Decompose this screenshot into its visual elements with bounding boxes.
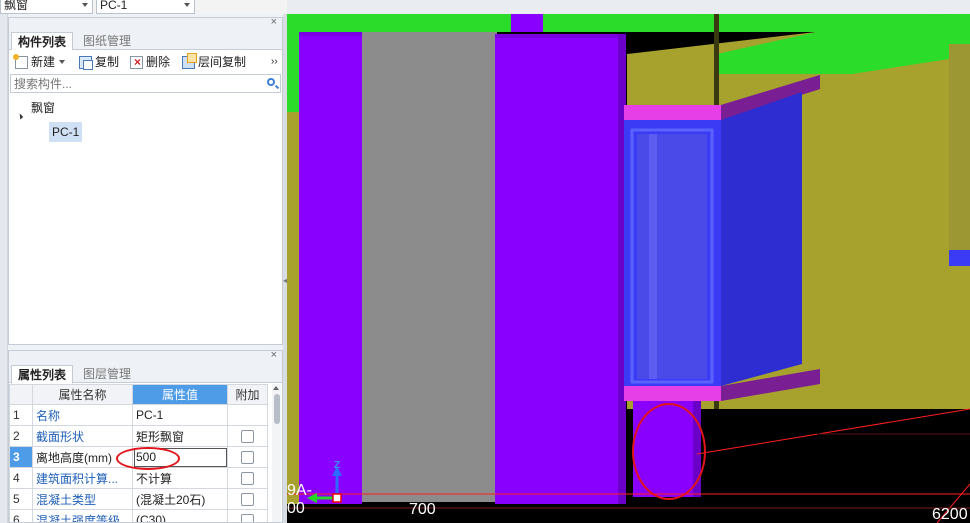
copy-icon	[79, 55, 93, 70]
property-value[interactable]: PC-1	[132, 404, 228, 426]
row-number: 6	[9, 509, 33, 522]
new-icon	[13, 53, 28, 69]
extra-checkbox[interactable]	[241, 430, 254, 444]
component-name-value: PC-1	[100, 0, 128, 12]
property-value[interactable]: 矩形飘窗	[132, 425, 228, 447]
chevron-down-icon	[184, 3, 190, 7]
tab-property-list[interactable]: 属性列表	[11, 365, 74, 384]
component-tree: 飘窗 PC-1	[9, 93, 282, 333]
delete-button[interactable]: 删除	[130, 54, 170, 70]
dimension-label-mid: 700	[409, 501, 436, 518]
extra-cell	[227, 425, 268, 447]
row-number: 3	[9, 446, 33, 468]
copy-label: 复制	[95, 55, 120, 69]
row-number: 4	[9, 467, 33, 489]
scroll-up-icon[interactable]	[273, 386, 279, 390]
copy-button[interactable]: 复制	[79, 54, 119, 70]
property-name: 截面形状	[32, 425, 133, 447]
close-icon[interactable]: ×	[271, 351, 277, 361]
dimension-label-left: 00	[287, 500, 305, 517]
component-tabs: 构件列表 图纸管理	[9, 30, 282, 51]
property-value[interactable]: (C30)	[132, 509, 228, 522]
chevron-down-icon	[82, 3, 88, 7]
table-row[interactable]: 4 建筑面积计算... 不计算	[9, 467, 268, 489]
row-number: 2	[9, 425, 33, 447]
property-value[interactable]: 不计算	[132, 467, 228, 489]
grid-corner	[9, 384, 33, 405]
search-input[interactable]	[11, 75, 251, 92]
tab-component-list[interactable]: 构件列表	[11, 32, 74, 51]
column-header-value: 属性值	[132, 384, 228, 405]
panel-caption: ×	[9, 351, 282, 363]
property-value[interactable]: (混凝土20石)	[132, 488, 228, 510]
component-type-value: 飘窗	[4, 0, 29, 12]
property-scrollbar[interactable]	[272, 384, 281, 522]
extra-checkbox[interactable]	[241, 514, 254, 522]
new-label: 新建	[31, 55, 56, 69]
expand-toggle-icon[interactable]	[16, 113, 24, 120]
property-name: 混凝土类型	[32, 488, 133, 510]
panel-caption: ×	[9, 16, 282, 30]
tab-layer-management[interactable]: 图层管理	[77, 365, 137, 384]
extra-cell	[227, 446, 268, 468]
annotation-circle-window-base	[632, 403, 706, 500]
component-search	[10, 74, 281, 93]
new-button[interactable]: 新建	[13, 53, 66, 70]
table-row[interactable]: 2 截面形状 矩形飘窗	[9, 425, 268, 447]
row-number: 1	[9, 404, 33, 426]
extra-cell	[227, 509, 268, 522]
floor-copy-button[interactable]: 层间复制	[182, 52, 247, 70]
column-header-name: 属性名称	[32, 384, 133, 405]
property-name: 建筑面积计算...	[32, 467, 133, 489]
annotation-circle-height	[116, 447, 180, 470]
property-list-panel: × 属性列表 图层管理 属性名称 属性值 附加 1 名称 PC-1 2 截面形状 矩形飘窗…	[8, 350, 283, 523]
3d-viewport[interactable]: 9A- 00 700 6200 Z	[287, 14, 970, 523]
dock-strip	[0, 14, 8, 523]
dimension-label-right: 6200	[932, 506, 968, 523]
row-number: 5	[9, 488, 33, 510]
delete-label: 删除	[146, 55, 171, 69]
table-row[interactable]: 1 名称 PC-1	[9, 404, 268, 426]
property-name: 混凝土强度等级	[32, 509, 133, 522]
extra-cell	[227, 467, 268, 489]
extra-cell	[227, 404, 268, 426]
extra-checkbox[interactable]	[241, 451, 254, 465]
delete-icon	[130, 54, 143, 70]
search-icon[interactable]	[267, 78, 275, 86]
component-toolbar: 新建 复制 删除 层间复制 ››	[9, 50, 282, 74]
viewport-scene	[287, 14, 970, 523]
close-icon[interactable]: ×	[271, 16, 277, 28]
tree-item-pc-1[interactable]: PC-1	[49, 122, 83, 142]
top-combo-bar: 飘窗 PC-1	[0, 0, 287, 14]
property-tabs: 属性列表 图层管理	[9, 363, 282, 384]
component-type-combo[interactable]: 飘窗	[0, 0, 93, 14]
chevron-down-icon[interactable]	[59, 60, 66, 64]
grid-axis-label: 9A-	[287, 482, 312, 499]
column-header-extra: 附加	[227, 384, 268, 405]
table-row[interactable]: 5 混凝土类型 (混凝土20石)	[9, 488, 268, 510]
tree-group-bay-window[interactable]: 飘窗	[31, 100, 55, 116]
extra-checkbox[interactable]	[241, 472, 254, 486]
property-name: 名称	[32, 404, 133, 426]
table-row[interactable]: 6 混凝土强度等级 (C30)	[9, 509, 268, 522]
z-axis-label: Z	[334, 460, 341, 471]
tab-drawing-management[interactable]: 图纸管理	[77, 32, 137, 51]
component-name-combo[interactable]: PC-1	[96, 0, 195, 14]
toolbar-overflow-button[interactable]: ››	[271, 54, 278, 70]
floor-copy-label: 层间复制	[198, 55, 247, 69]
floor-copy-icon	[182, 52, 197, 69]
extra-cell	[227, 488, 268, 510]
extra-checkbox[interactable]	[241, 493, 254, 507]
scroll-thumb[interactable]	[274, 394, 280, 424]
component-list-panel: × 构件列表 图纸管理 新建 复制 删除 层间复制 ›› 飘窗 PC-1	[8, 16, 283, 345]
